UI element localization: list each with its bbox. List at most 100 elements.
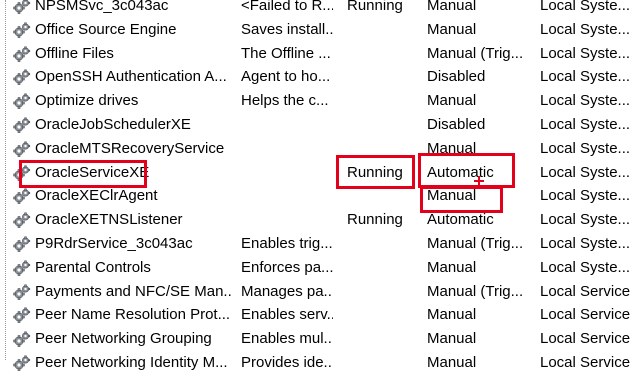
- service-logon-as: Local Syste...: [540, 113, 640, 137]
- service-row[interactable]: Peer Networking Grouping Enables mul... …: [0, 327, 640, 351]
- service-name: Office Source Engine: [35, 18, 233, 42]
- gear-icon: [13, 46, 31, 62]
- service-name: OpenSSH Authentication A...: [35, 65, 233, 89]
- service-description: [241, 184, 333, 208]
- service-description: Enables mul...: [241, 327, 333, 351]
- service-startup-type: Manual: [427, 18, 531, 42]
- service-description: Manages pa...: [241, 280, 333, 304]
- service-logon-as: Local Syste...: [540, 232, 640, 256]
- service-name: NPSMSvc_3c043ac: [35, 0, 233, 18]
- gear-icon: [13, 260, 31, 276]
- service-startup-type: Manual: [427, 351, 531, 375]
- service-logon-as: Local Syste...: [540, 137, 640, 161]
- service-description: Provides ide...: [241, 351, 333, 375]
- gear-icon: [13, 141, 31, 157]
- service-row[interactable]: Parental Controls Enforces pa... Manual …: [0, 256, 640, 280]
- service-status: [347, 232, 419, 256]
- service-name: OracleXETNSListener: [35, 208, 233, 232]
- service-logon-as: Local Syste...: [540, 89, 640, 113]
- service-startup-type: Manual: [427, 0, 531, 18]
- service-row[interactable]: OracleServiceXE Running Automatic Local …: [0, 161, 640, 185]
- service-status: Running: [347, 161, 419, 185]
- service-name: OracleMTSRecoveryService: [35, 137, 233, 161]
- service-status: [347, 137, 419, 161]
- gear-icon: [13, 212, 31, 228]
- service-row[interactable]: NPSMSvc_3c043ac <Failed to R... Running …: [0, 0, 640, 18]
- service-name: OracleServiceXE: [35, 161, 233, 185]
- service-description: Enables trig...: [241, 232, 333, 256]
- service-startup-type: Manual (Trig...: [427, 280, 531, 304]
- gear-icon: [13, 0, 31, 14]
- service-description: Saves install...: [241, 18, 333, 42]
- service-startup-type: Manual: [427, 137, 531, 161]
- service-row[interactable]: OracleXETNSListener Running Automatic Lo…: [0, 208, 640, 232]
- gear-icon: [13, 22, 31, 38]
- service-row[interactable]: P9RdrService_3c043ac Enables trig... Man…: [0, 232, 640, 256]
- service-name: Peer Networking Identity M...: [35, 351, 233, 375]
- service-row[interactable]: Peer Name Resolution Prot... Enables ser…: [0, 303, 640, 327]
- service-logon-as: Local Service: [540, 280, 640, 304]
- service-status: [347, 327, 419, 351]
- service-row[interactable]: Office Source Engine Saves install... Ma…: [0, 18, 640, 42]
- gear-icon: [13, 236, 31, 252]
- service-name: Payments and NFC/SE Man...: [35, 280, 233, 304]
- gear-icon: [13, 284, 31, 300]
- gear-icon: [13, 165, 31, 181]
- service-startup-type: Disabled: [427, 65, 531, 89]
- service-startup-type: Manual: [427, 184, 531, 208]
- service-description: [241, 137, 333, 161]
- service-startup-type: Manual: [427, 256, 531, 280]
- service-startup-type: Manual: [427, 89, 531, 113]
- service-status: Running: [347, 0, 419, 18]
- gear-icon: [13, 69, 31, 85]
- service-status: [347, 113, 419, 137]
- service-status: [347, 256, 419, 280]
- service-status: [347, 42, 419, 66]
- gear-icon: [13, 331, 31, 347]
- service-name: Optimize drives: [35, 89, 233, 113]
- service-logon-as: Local Syste...: [540, 161, 640, 185]
- service-row[interactable]: Peer Networking Identity M... Provides i…: [0, 351, 640, 375]
- service-status: [347, 303, 419, 327]
- service-name: Parental Controls: [35, 256, 233, 280]
- service-row[interactable]: OracleXEClrAgent Manual Local Syste...: [0, 184, 640, 208]
- service-status: [347, 65, 419, 89]
- service-startup-type: Manual: [427, 327, 531, 351]
- service-row[interactable]: OracleMTSRecoveryService Manual Local Sy…: [0, 137, 640, 161]
- service-description: [241, 113, 333, 137]
- service-logon-as: Local Service: [540, 327, 640, 351]
- service-status: Running: [347, 208, 419, 232]
- service-row[interactable]: OracleJobSchedulerXE Disabled Local Syst…: [0, 113, 640, 137]
- service-name: Offline Files: [35, 42, 233, 66]
- service-logon-as: Local Syste...: [540, 184, 640, 208]
- service-row[interactable]: Optimize drives Helps the c... Manual Lo…: [0, 89, 640, 113]
- service-description: The Offline ...: [241, 42, 333, 66]
- service-description: [241, 208, 333, 232]
- service-startup-type: Manual (Trig...: [427, 42, 531, 66]
- service-description: Enables serv...: [241, 303, 333, 327]
- gear-icon: [13, 117, 31, 133]
- gear-icon: [13, 307, 31, 323]
- service-startup-type: Manual (Trig...: [427, 232, 531, 256]
- service-logon-as: Local Syste...: [540, 256, 640, 280]
- service-row[interactable]: OpenSSH Authentication A... Agent to ho.…: [0, 65, 640, 89]
- service-name: OracleXEClrAgent: [35, 184, 233, 208]
- services-list[interactable]: NPSMSvc_3c043ac <Failed to R... Running …: [0, 0, 640, 375]
- service-status: [347, 280, 419, 304]
- service-logon-as: Local Service: [540, 351, 640, 375]
- service-description: Enforces pa...: [241, 256, 333, 280]
- service-startup-type: Disabled: [427, 113, 531, 137]
- service-startup-type: Automatic: [427, 208, 531, 232]
- service-description: [241, 161, 333, 185]
- service-row[interactable]: Payments and NFC/SE Man... Manages pa...…: [0, 280, 640, 304]
- service-status: [347, 89, 419, 113]
- service-name: Peer Name Resolution Prot...: [35, 303, 233, 327]
- service-status: [347, 351, 419, 375]
- service-logon-as: Local Syste...: [540, 208, 640, 232]
- gear-icon: [13, 355, 31, 371]
- crosshair-cursor-icon: [474, 176, 484, 186]
- service-row[interactable]: Offline Files The Offline ... Manual (Tr…: [0, 42, 640, 66]
- service-name: Peer Networking Grouping: [35, 327, 233, 351]
- service-logon-as: Local Syste...: [540, 0, 640, 18]
- service-logon-as: Local Service: [540, 303, 640, 327]
